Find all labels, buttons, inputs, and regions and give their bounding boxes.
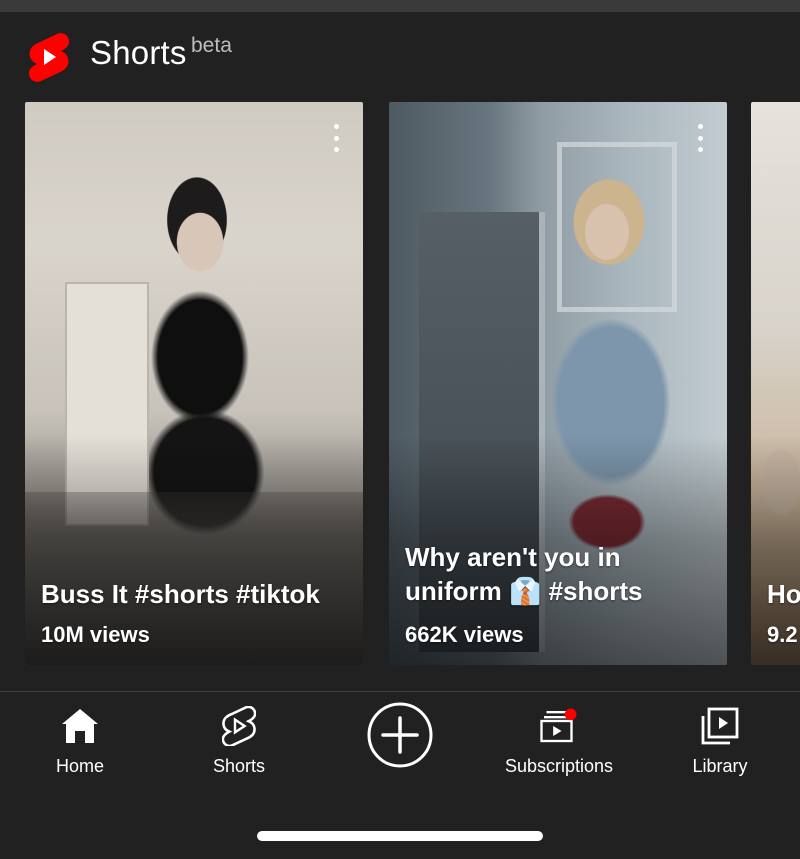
library-icon xyxy=(700,706,740,746)
nav-home-label: Home xyxy=(55,756,104,776)
short-card[interactable]: Buss It #shorts #tiktok 10M views xyxy=(25,102,363,665)
short-views: 9.2 xyxy=(767,622,798,647)
nav-shorts-label: Shorts xyxy=(212,756,266,776)
shorts-shelf: Buss It #shorts #tiktok 10M views Why ar… xyxy=(0,102,800,667)
nav-home[interactable]: Home xyxy=(0,706,160,786)
short-title: Buss It #shorts #tiktok xyxy=(41,579,320,609)
add-circle-icon xyxy=(367,702,433,768)
short-title: Why aren't you in uniform 👔 #shorts xyxy=(405,542,643,606)
home-indicator[interactable] xyxy=(257,831,543,841)
shorts-logo-icon[interactable] xyxy=(28,32,70,82)
more-vert-icon[interactable] xyxy=(695,124,705,152)
status-bar xyxy=(0,0,800,12)
beta-badge: beta xyxy=(191,34,232,57)
page-title: Shorts xyxy=(90,34,187,71)
shorts-icon xyxy=(219,706,259,746)
nav-library-label: Library xyxy=(692,756,748,776)
more-vert-icon[interactable] xyxy=(331,124,341,152)
short-card[interactable]: Why aren't you in uniform 👔 #shorts 662K… xyxy=(389,102,727,665)
nav-subscriptions[interactable]: Subscriptions xyxy=(479,706,639,786)
home-icon xyxy=(60,706,100,746)
app-header: Shorts beta xyxy=(0,12,800,96)
create-button[interactable] xyxy=(320,702,480,786)
short-card[interactable]: Ho 9.2 xyxy=(751,102,800,665)
nav-shorts[interactable]: Shorts xyxy=(159,706,319,786)
bottom-navigation: Home Shorts Subscriptions Library xyxy=(0,692,800,802)
short-views: 662K views xyxy=(405,622,524,647)
short-views: 10M views xyxy=(41,622,150,647)
nav-subscriptions-label: Subscriptions xyxy=(504,756,614,776)
subscriptions-icon xyxy=(539,706,579,746)
short-title: Ho xyxy=(767,579,800,609)
nav-library[interactable]: Library xyxy=(640,706,800,786)
